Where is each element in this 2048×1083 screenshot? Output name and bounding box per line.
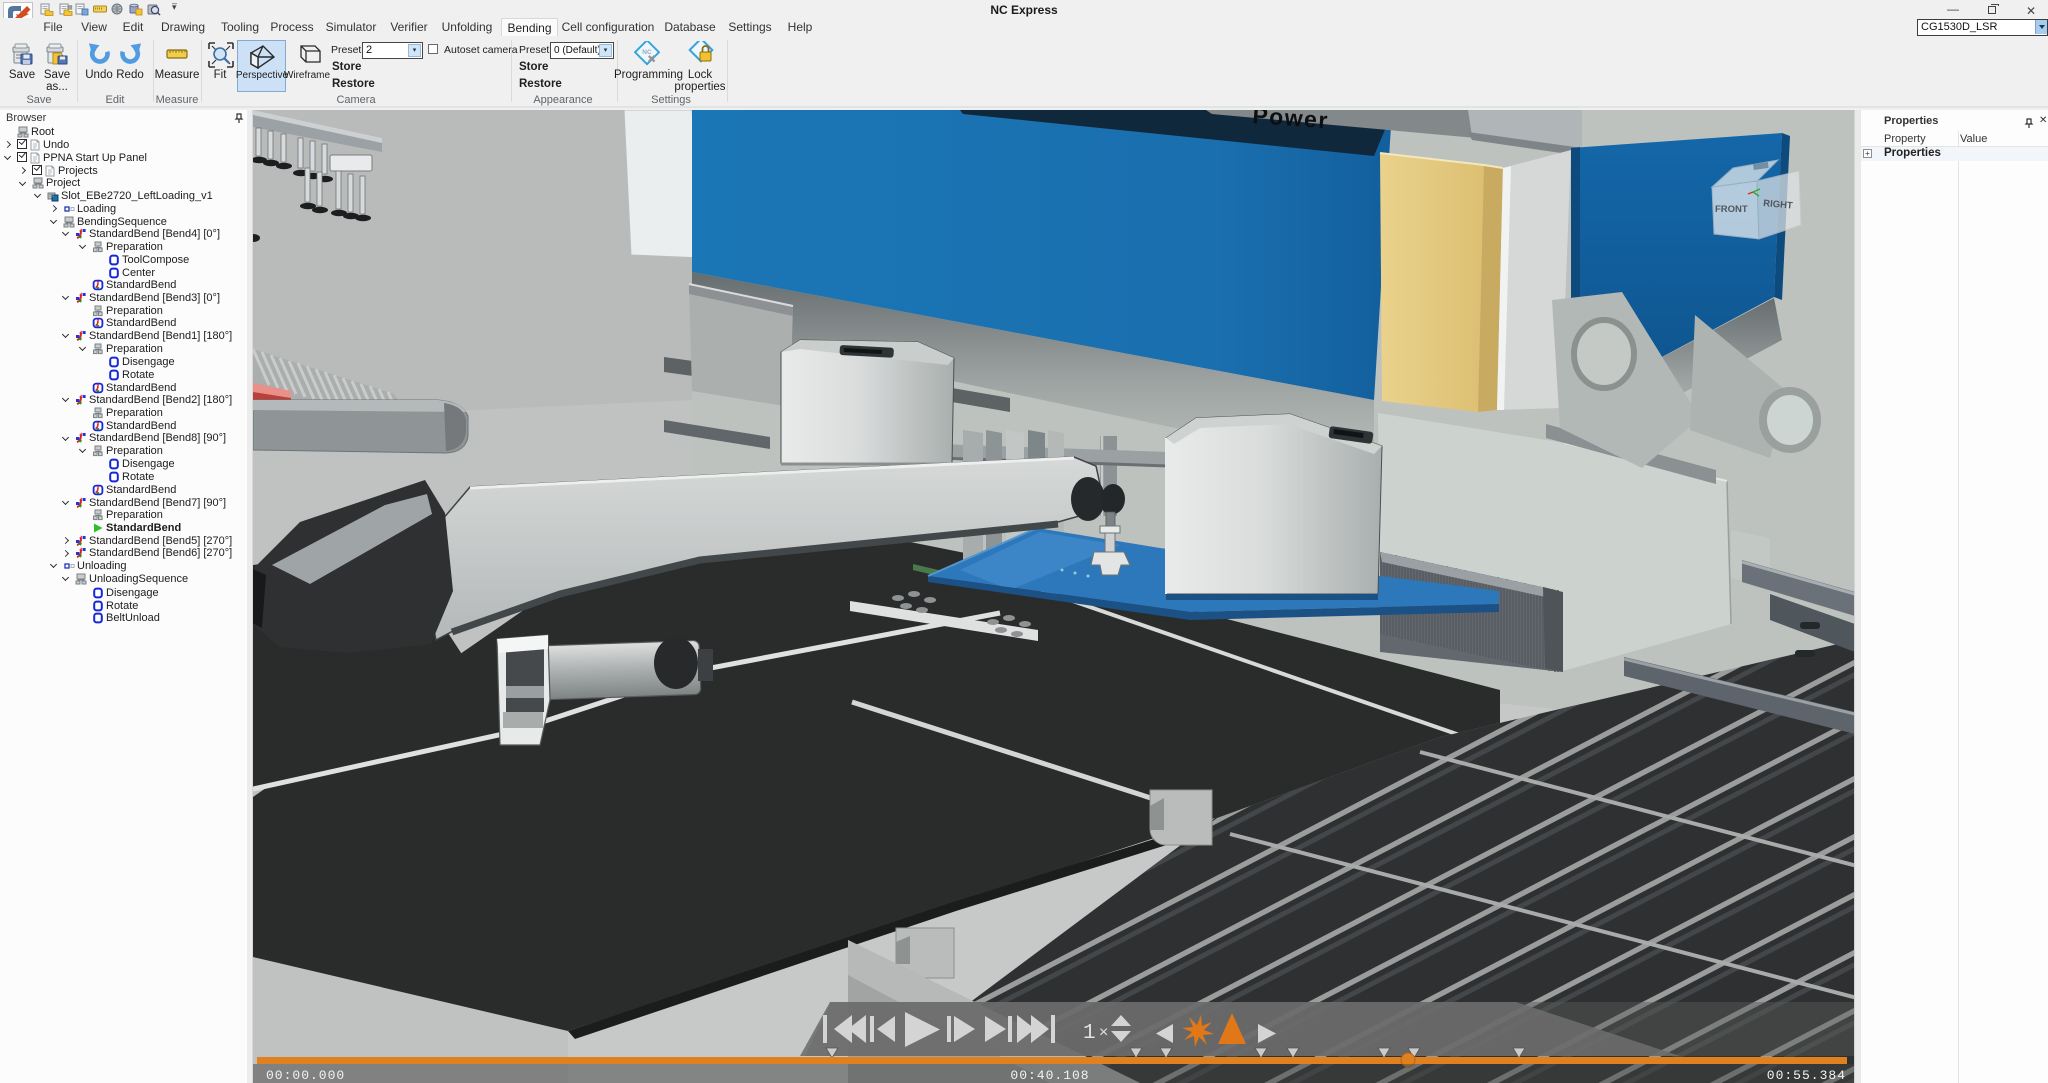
svg-text:×: × — [1099, 1024, 1108, 1041]
svg-text:NC: NC — [642, 49, 652, 56]
svg-text:00:40.108: 00:40.108 — [1010, 1068, 1089, 1083]
svg-text:FRONT: FRONT — [1715, 204, 1748, 215]
svg-text:1: 1 — [1083, 1022, 1096, 1045]
svg-text:00:55.384: 00:55.384 — [1767, 1068, 1846, 1083]
svg-text:00:00.000: 00:00.000 — [266, 1068, 345, 1083]
